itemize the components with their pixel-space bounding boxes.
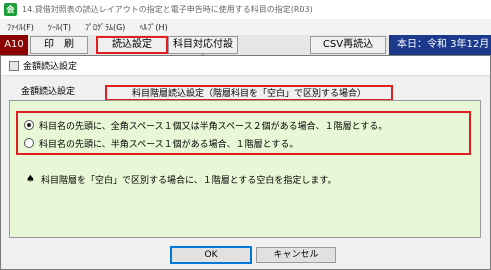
hierarchy-settings-panel: 科目名の先頭に、全角スペース１個又は半角スペース２個がある場合、１階層とする。 …	[9, 100, 481, 238]
dialog-titlebar: 金額読込設定	[1, 56, 490, 76]
menu-help[interactable]: ﾍﾙﾌﾟ(H)	[132, 22, 174, 33]
note-text: 科目階層を「空白」で区別する場合に、１階層とする空白を指定します。	[40, 176, 337, 186]
dialog-title: 金額読込設定	[23, 62, 78, 72]
space-option-group: 科目名の先頭に、全角スペース１個又は半角スペース２個がある場合、１階層とする。 …	[16, 111, 471, 155]
tab-hierarchy-settings[interactable]: 科目階層読込設定（階層科目を「空白」で区別する場合）	[105, 85, 393, 101]
cancel-button[interactable]: キャンセル	[256, 247, 336, 263]
tab-amount-settings[interactable]: 金額読込設定	[21, 85, 101, 101]
window-title: 14.貸借対照表の読込レイアウトの指定と電子申告時に使用する科目の指定(R03)	[22, 5, 313, 14]
menu-bar: ﾌｧｲﾙ(F) ﾂｰﾙ(T) ﾌﾟﾛｸﾞﾗﾑ(G) ﾍﾙﾌﾟ(H)	[0, 19, 491, 35]
subject-mapping-button[interactable]: 科目対応付設定	[168, 36, 238, 66]
csv-reread-button[interactable]: CSV再読込	[310, 36, 386, 54]
option-label: 科目名の先頭に、全角スペース１個又は半角スペース２個がある場合、１階層とする。	[39, 121, 388, 132]
menu-file[interactable]: ﾌｧｲﾙ(F)	[0, 22, 41, 33]
read-settings-button[interactable]: 読込設定	[96, 36, 168, 54]
today-date: 本日：令和 3年12月	[389, 35, 491, 55]
radio-button[interactable]	[24, 138, 34, 148]
instruction-note: ♠ 科目階層を「空白」で区別する場合に、１階層とする空白を指定します。	[26, 173, 337, 186]
radio-button-selected[interactable]	[24, 120, 34, 130]
option-fullwidth-space[interactable]: 科目名の先頭に、全角スペース１個又は半角スペース２個がある場合、１階層とする。	[24, 117, 387, 133]
menu-program[interactable]: ﾌﾟﾛｸﾞﾗﾑ(G)	[78, 22, 132, 33]
menu-tools[interactable]: ﾂｰﾙ(T)	[41, 22, 78, 33]
print-button[interactable]: 印 刷	[30, 36, 88, 54]
toolbar: A10 印 刷 読込設定 科目対応付設定 CSV再読込 本日：令和 3年12月	[0, 35, 491, 66]
screen-code: A10	[0, 35, 28, 55]
amount-read-settings-dialog: 金額読込設定 金額読込設定 科目階層読込設定（階層科目を「空白」で区別する場合）…	[0, 55, 491, 270]
app-icon: 会	[4, 3, 17, 16]
option-halfwidth-space[interactable]: 科目名の先頭に、半角スペース１個がある場合、１階層とする。	[24, 135, 298, 151]
option-label: 科目名の先頭に、半角スペース１個がある場合、１階層とする。	[39, 139, 299, 150]
window-titlebar: 会 14.貸借対照表の読込レイアウトの指定と電子申告時に使用する科目の指定(R0…	[0, 0, 491, 19]
spade-icon: ♠	[26, 174, 35, 185]
dialog-window-icon	[9, 60, 19, 71]
ok-button[interactable]: OK	[170, 246, 252, 264]
